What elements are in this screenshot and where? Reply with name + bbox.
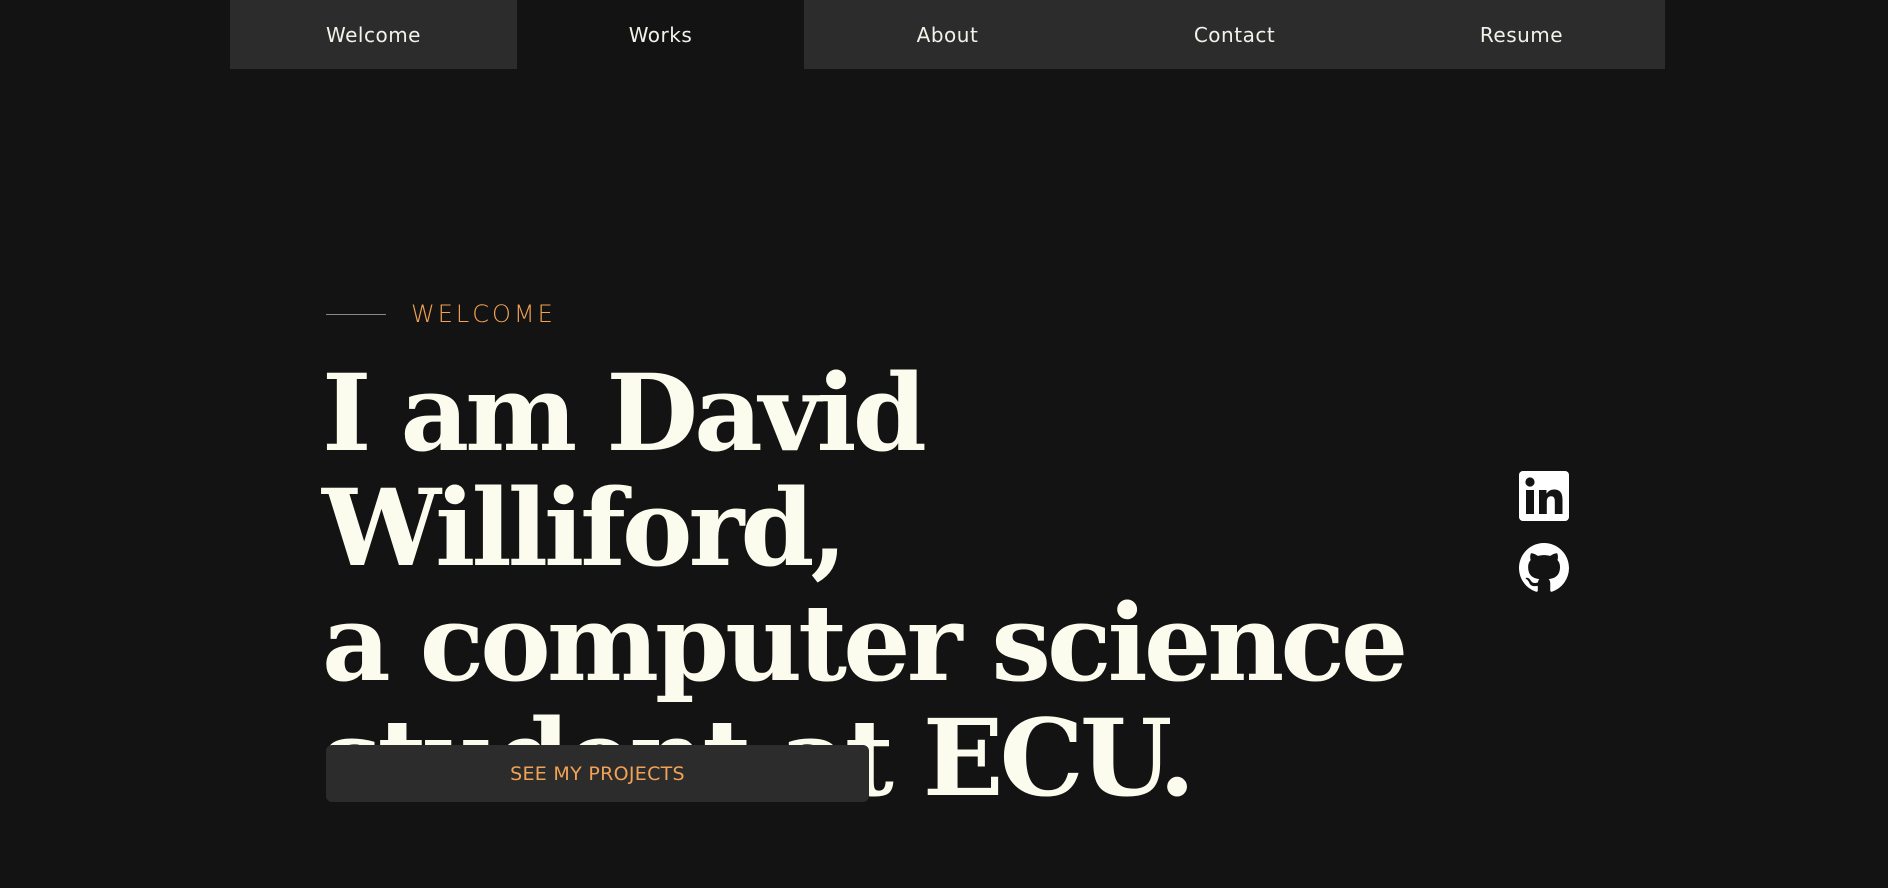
headline-line-2: a computer science [322, 580, 1408, 705]
nav-item-about[interactable]: About [804, 0, 1091, 69]
eyebrow-text: WELCOME [411, 300, 556, 328]
welcome-eyebrow: WELCOME [326, 300, 556, 328]
linkedin-link[interactable] [1519, 471, 1569, 521]
social-links [1519, 471, 1569, 593]
top-nav: Welcome Works About Contact Resume [230, 0, 1665, 69]
github-icon [1519, 543, 1569, 592]
github-link[interactable] [1519, 543, 1569, 593]
linkedin-icon [1519, 471, 1569, 521]
nav-item-welcome[interactable]: Welcome [230, 0, 517, 69]
nav-item-resume[interactable]: Resume [1378, 0, 1665, 69]
headline-line-1: I am David Williford, [322, 350, 927, 590]
see-projects-button[interactable]: SEE MY PROJECTS [326, 745, 869, 802]
eyebrow-divider [326, 313, 386, 315]
nav-item-works[interactable]: Works [517, 0, 804, 69]
nav-item-contact[interactable]: Contact [1091, 0, 1378, 69]
